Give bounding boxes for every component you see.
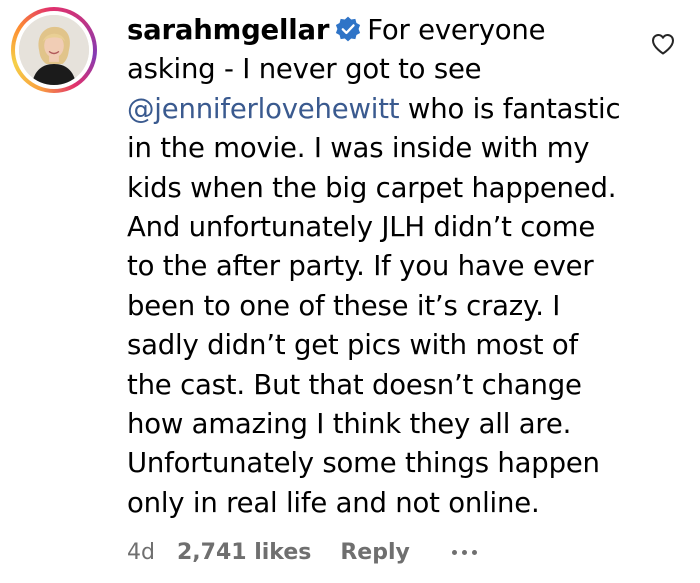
mention-link[interactable]: @jenniferlovehewitt: [127, 93, 400, 125]
verified-badge-icon: [336, 16, 361, 42]
username[interactable]: sarahmgellar: [127, 14, 329, 46]
reply-button[interactable]: Reply: [340, 540, 410, 565]
more-options-icon[interactable]: [451, 542, 477, 564]
comment-body: sarahmgellar For everyone asking - I neve…: [127, 11, 627, 523]
avatar-photo: [19, 15, 89, 85]
comment-meta: 4d 2,741 likes Reply: [127, 540, 477, 565]
comment-text-rest: who is fantastic in the movie. I was ins…: [127, 92, 621, 519]
timestamp[interactable]: 4d: [127, 540, 155, 565]
comment: sarahmgellar For everyone asking - I neve…: [0, 0, 700, 583]
avatar-story-ring[interactable]: [11, 7, 97, 93]
heart-icon[interactable]: [651, 33, 675, 55]
avatar[interactable]: [19, 15, 89, 85]
likes-count[interactable]: 2,741 likes: [177, 540, 311, 565]
